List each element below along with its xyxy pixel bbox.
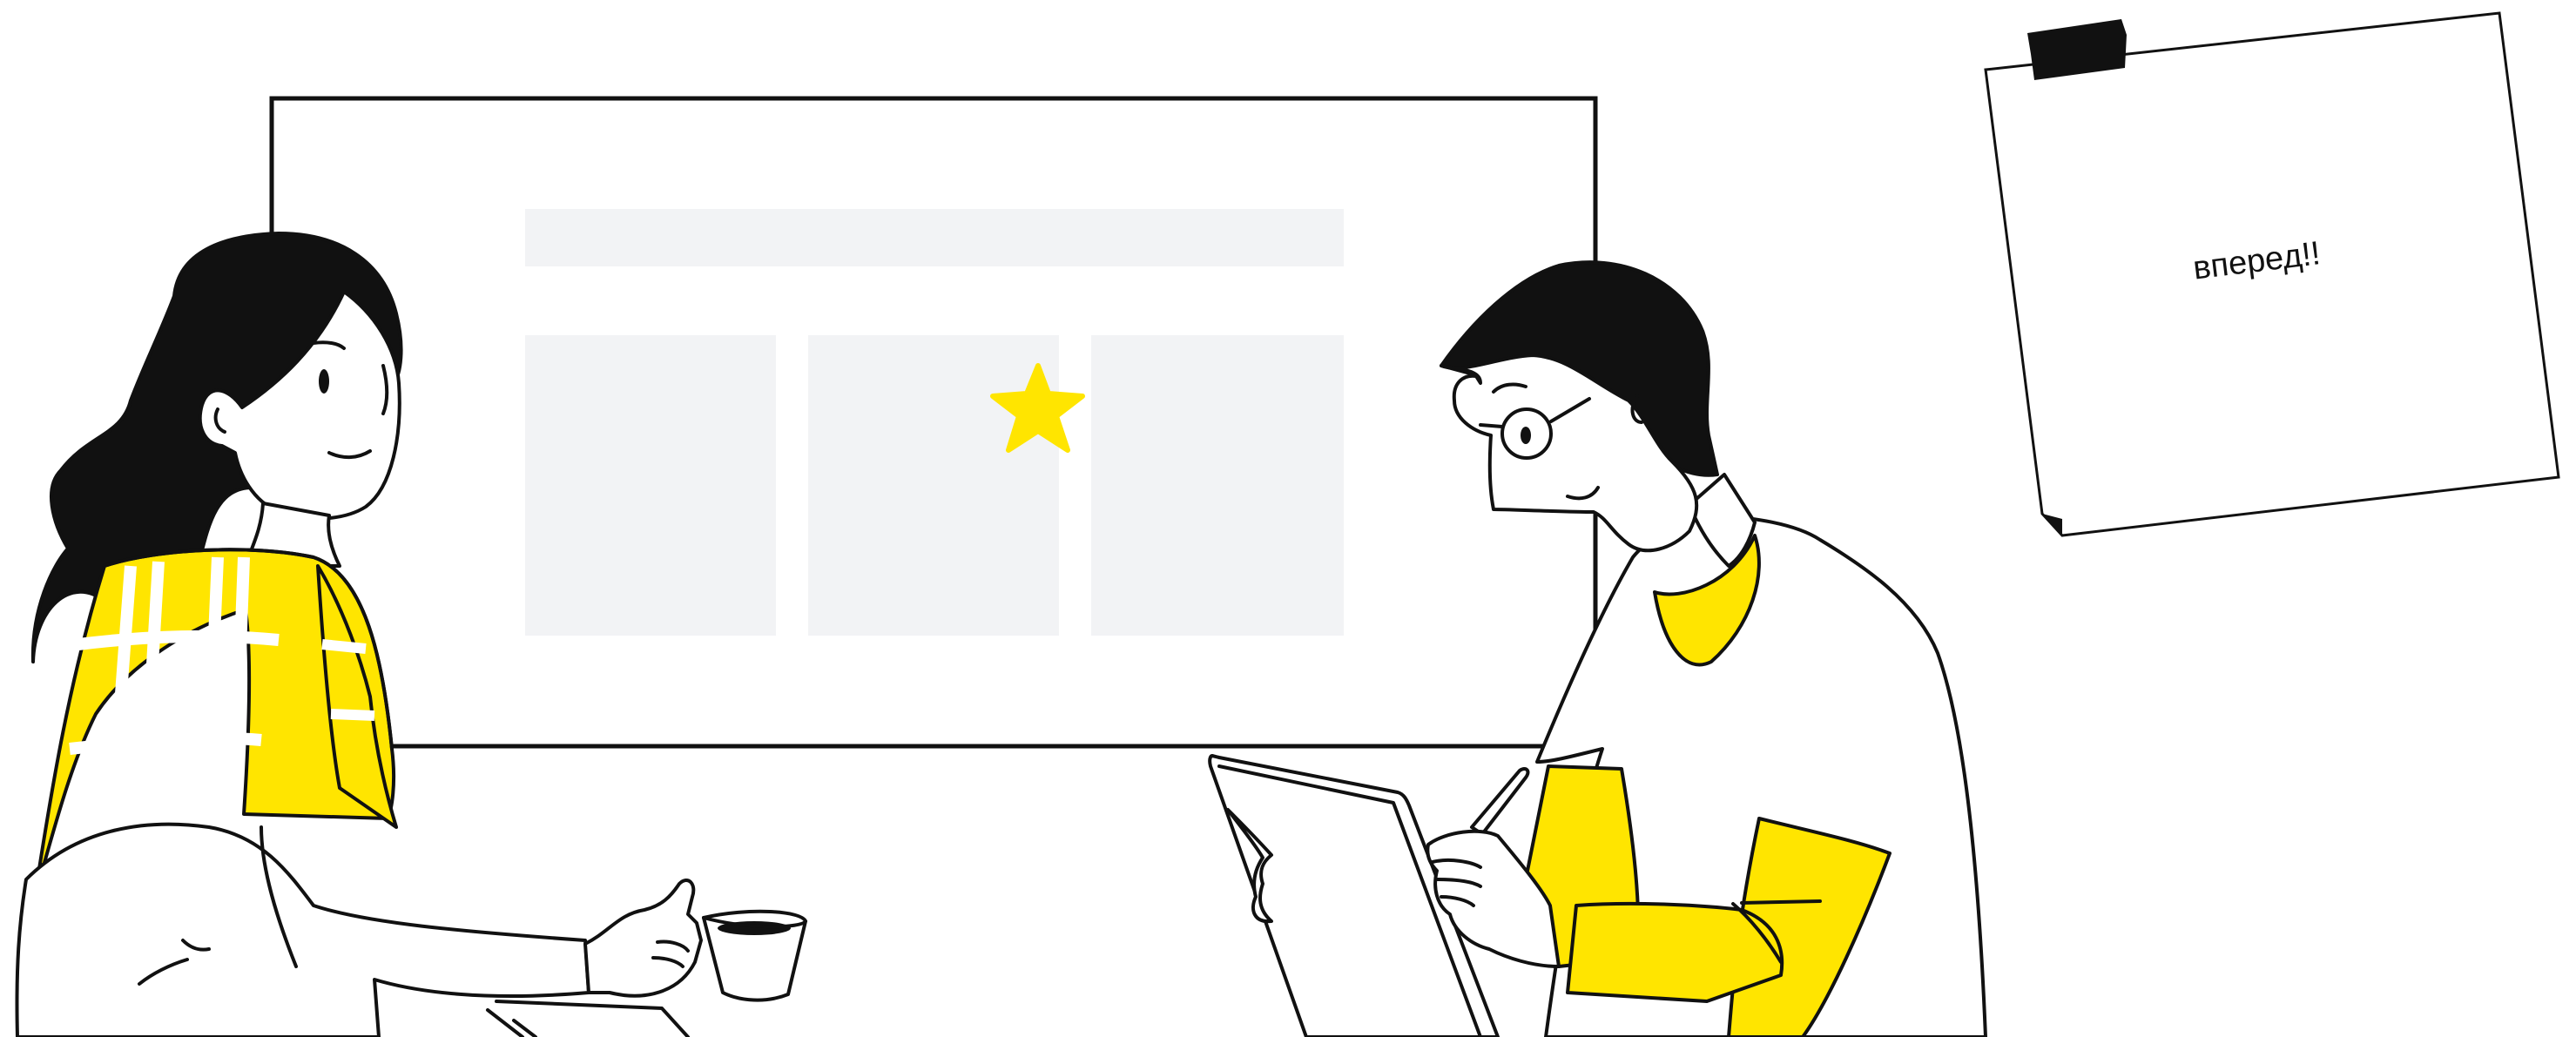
- placeholder-card-1: [525, 335, 776, 636]
- pen-icon: [1470, 767, 1530, 836]
- placeholder-card-3: [1091, 335, 1344, 636]
- whiteboard: [269, 96, 1598, 749]
- illustration-scene: [15, 11, 2560, 1037]
- placeholder-header-bar: [525, 209, 1344, 266]
- placeholder-card-2: [808, 335, 1059, 636]
- coffee-cup-icon: [702, 909, 807, 1002]
